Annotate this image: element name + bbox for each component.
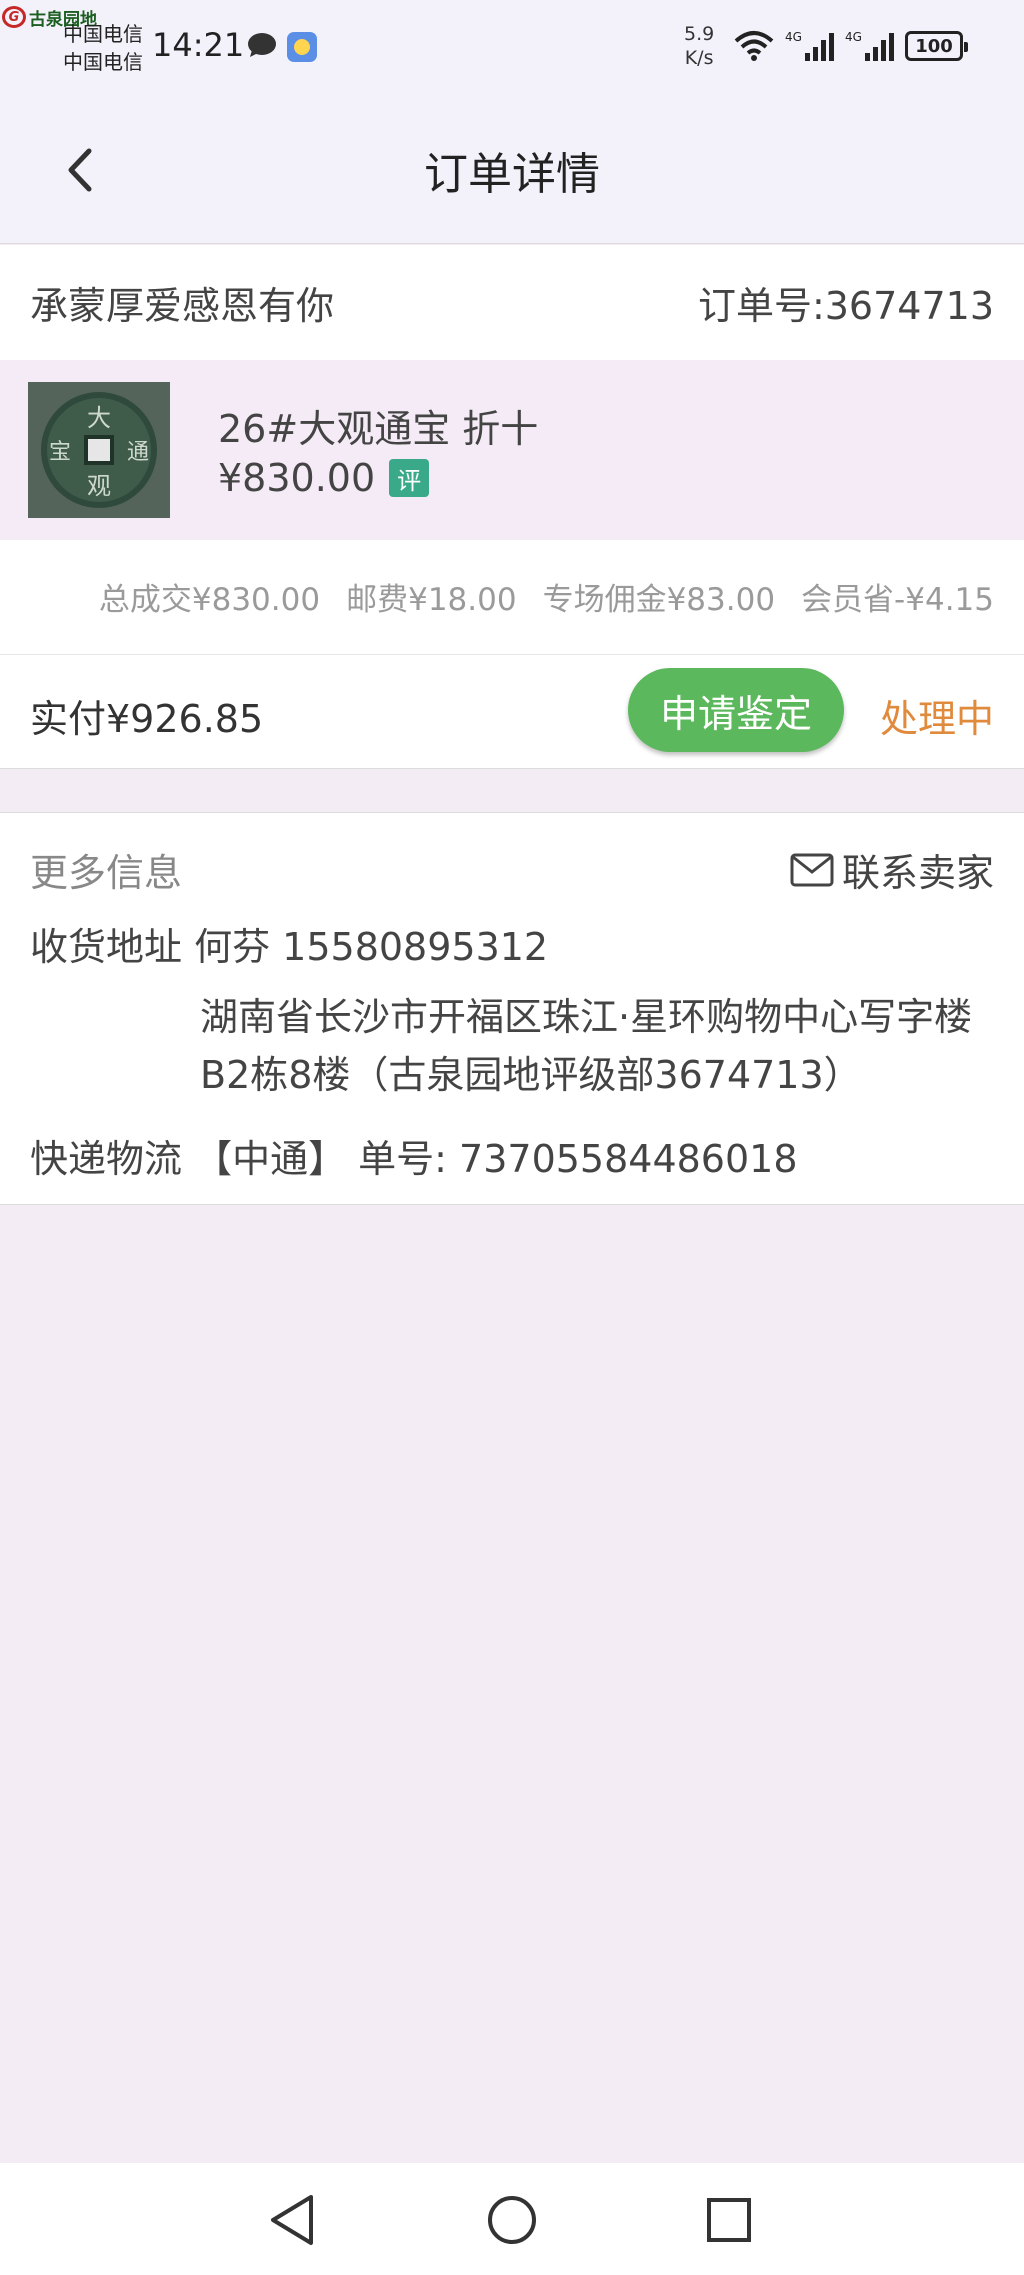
svg-text:通: 通 (127, 440, 149, 465)
evaluation-badge: 评 (389, 459, 430, 497)
svg-text:大: 大 (87, 404, 111, 432)
speed-unit: K/s (684, 47, 714, 69)
carrier-1: 中国电信 (63, 22, 143, 46)
signal-4g-icon: 4G (785, 30, 834, 61)
shipping-address-detail: 湖南省长沙市开福区珠江·星环购物中心写字楼B2栋8楼（古泉园地评级部367471… (200, 995, 973, 1097)
logo-mark-icon: G (2, 6, 26, 28)
fee-postage: 邮费¥18.00 (346, 582, 517, 618)
triangle-back-icon (271, 2195, 313, 2245)
speed-value: 5.9 (684, 23, 715, 45)
carrier-labels: 中国电信 中国电信 (63, 20, 143, 76)
svg-text:4G: 4G (845, 30, 862, 44)
weather-icon (287, 32, 317, 62)
svg-text:宝: 宝 (49, 440, 71, 465)
svg-text:4G: 4G (785, 30, 802, 44)
app-header: 订单详情 (0, 100, 1024, 244)
nav-home-button[interactable] (477, 2185, 547, 2255)
contact-seller-label: 联系卖家 (841, 851, 994, 895)
wifi-icon (734, 31, 774, 61)
paid-amount: 实付¥926.85 (30, 697, 264, 741)
coin-image: 大 观 宝 通 (28, 382, 170, 518)
more-info-title: 更多信息 (30, 851, 183, 895)
network-speed: 5.9 K/s (684, 22, 714, 70)
order-status: 处理中 (879, 697, 994, 741)
product-name: 26#大观通宝 折十 (218, 407, 539, 451)
square-recents-icon (707, 2198, 751, 2242)
page-title: 订单详情 (424, 149, 600, 200)
carrier-2: 中国电信 (63, 50, 143, 74)
product-row[interactable]: 大 观 宝 通 26#大观通宝 折十 ¥830.00 评 (0, 360, 1024, 540)
status-icons: 4G 4G 100 (733, 28, 968, 64)
fee-breakdown: 总成交¥830.00 邮费¥18.00 专场佣金¥83.00 会员省-¥4.15 (0, 574, 994, 619)
contact-seller-button[interactable]: 联系卖家 (790, 842, 994, 897)
battery-icon: 100 (905, 31, 968, 61)
product-thumbnail: 大 观 宝 通 (28, 382, 170, 518)
clock: 14:21 (152, 26, 245, 64)
order-number: 订单号:3674713 (697, 284, 994, 328)
svg-text:观: 观 (87, 472, 111, 500)
fee-commission: 专场佣金¥83.00 (542, 582, 776, 618)
greeting-text: 承蒙厚爱感恩有你 (30, 284, 335, 328)
shipping-address-line: 收货地址 何芬 15580895312 (30, 925, 549, 969)
express-tracking[interactable]: 快递物流 【中通】 单号: 73705584486018 (30, 1128, 798, 1183)
mail-icon (790, 853, 834, 886)
chat-bubble-icon (248, 33, 276, 57)
divider (0, 654, 1024, 655)
status-bar: G 古泉园地 中国电信 中国电信 14:21 5.9 K/s 4G 4G 100 (0, 0, 1024, 100)
fee-total: 总成交¥830.00 (98, 582, 321, 618)
product-price-row: ¥830.00 评 (218, 456, 430, 500)
system-navigation-bar (0, 2163, 1024, 2275)
signal-4g-icon-2: 4G (845, 30, 894, 61)
circle-home-icon (488, 2196, 536, 2244)
apply-appraisal-button[interactable]: 申请鉴定 (628, 668, 844, 752)
product-price: ¥830.00 (218, 456, 376, 500)
nav-back-button[interactable] (257, 2185, 327, 2255)
nav-recents-button[interactable] (694, 2185, 764, 2255)
divider (0, 768, 1024, 769)
fee-member-discount: 会员省-¥4.15 (801, 582, 994, 618)
